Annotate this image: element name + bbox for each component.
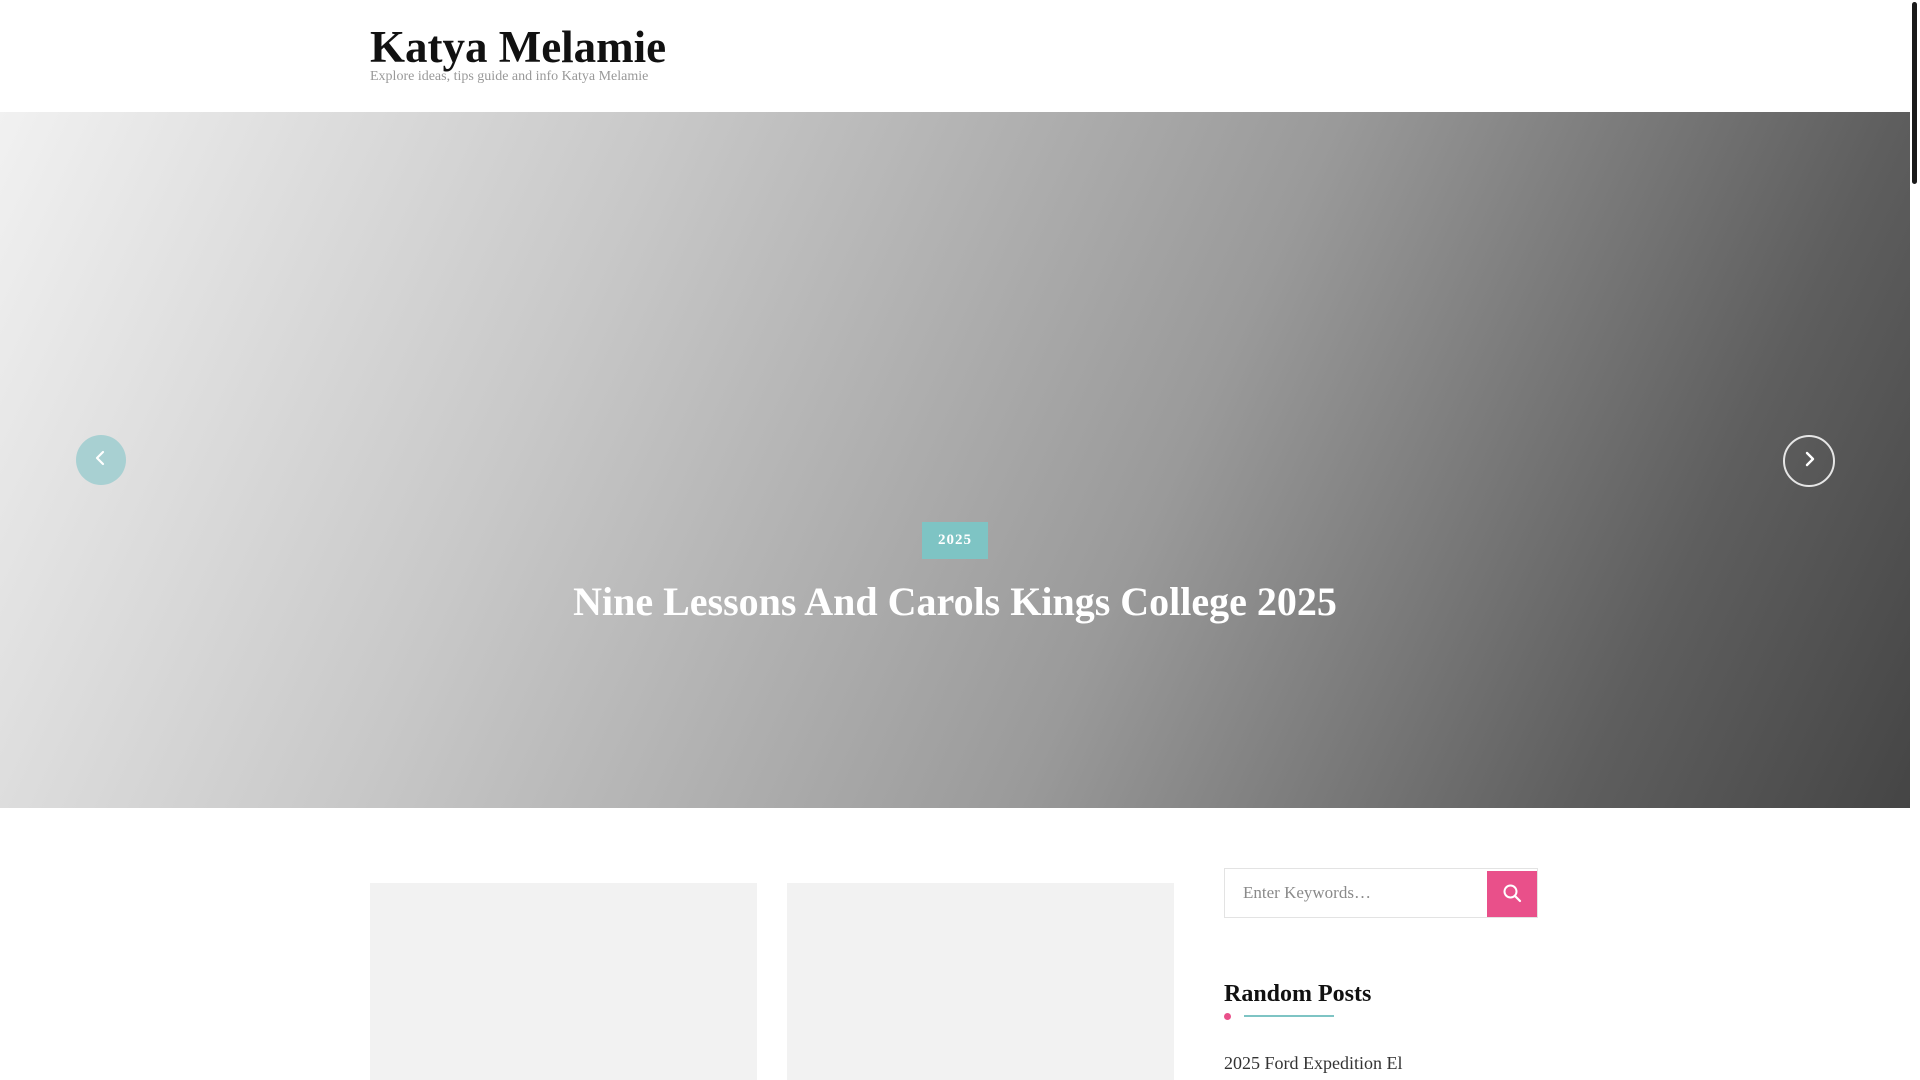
search-icon [1502,883,1522,906]
random-post-link[interactable]: 2025 Ford Expedition El [1224,1051,1403,1075]
chevron-left-icon [92,449,110,472]
chevron-right-icon [1800,450,1818,473]
post-card-thumbnail[interactable] [787,883,1174,1080]
site-title-link[interactable]: Katya Melamie [370,22,666,72]
widget-title-dot [1224,1013,1231,1020]
slider-next-button[interactable] [1783,435,1835,487]
site-tagline: Explore ideas, tips guide and info Katya… [370,69,649,84]
random-posts-title: Random Posts [1224,981,1372,1007]
search-form [1224,868,1538,918]
widget-title-underline [1244,1015,1334,1017]
site-header: Katya Melamie Explore ideas, tips guide … [0,0,1910,112]
slider-prev-button[interactable] [76,435,126,485]
post-card-thumbnail[interactable] [370,883,757,1080]
search-button[interactable] [1487,871,1537,917]
search-input[interactable] [1225,869,1487,917]
hero-slider: 2025 Nine Lessons And Carols Kings Colle… [0,112,1910,808]
hero-post-title[interactable]: Nine Lessons And Carols Kings College 20… [0,576,1910,628]
hero-category-badge[interactable]: 2025 [922,522,988,559]
scrollbar-thumb[interactable] [1912,2,1917,184]
